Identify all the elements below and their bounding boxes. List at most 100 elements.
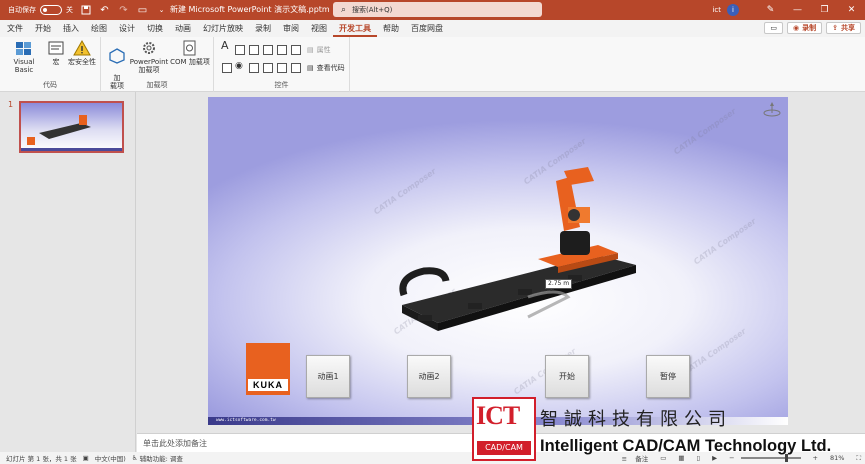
record-label: 录制 (802, 24, 817, 32)
tab-slideshow[interactable]: 幻灯片放映 (197, 20, 249, 37)
spin-control-icon[interactable] (249, 45, 259, 55)
frame-control-icon[interactable] (263, 45, 273, 55)
ict-cadcam-label: CAD/CAM (477, 441, 531, 455)
animation-2-button[interactable]: 动画2 (407, 355, 451, 398)
user-name[interactable]: ict (712, 6, 721, 14)
tab-record[interactable]: 录制 (249, 20, 277, 37)
scrollbar-control-icon[interactable] (277, 63, 287, 73)
visual-basic-label: Visual Basic (13, 58, 35, 74)
share-label: 共享 (841, 24, 855, 32)
tab-review[interactable]: 审阅 (277, 20, 305, 37)
comments-button[interactable]: ▭ (764, 22, 784, 34)
label-control-icon[interactable]: A (221, 40, 229, 51)
search-icon: ⌕ (341, 4, 347, 15)
macro-label: 宏 (52, 58, 60, 66)
tab-baidu-netdisk[interactable]: 百度网盘 (405, 20, 449, 37)
minimize-icon[interactable]: — (784, 5, 811, 15)
toggle-control-icon[interactable] (291, 45, 301, 55)
autosave-state: 关 (66, 6, 73, 14)
tab-design[interactable]: 设计 (113, 20, 141, 37)
checkbox-control-icon[interactable] (222, 63, 232, 73)
restore-icon[interactable]: ❐ (811, 5, 838, 15)
visual-basic-icon (16, 42, 31, 55)
view-code-label: 查看代码 (316, 64, 345, 72)
notes-placeholder: 单击此处添加备注 (143, 439, 207, 448)
presentation-icon[interactable]: ▭ (136, 4, 149, 17)
tab-transitions[interactable]: 切换 (141, 20, 169, 37)
customize-dropdown-icon[interactable]: ⌄ (155, 4, 168, 17)
macro-security-label: 宏安全性 (68, 58, 96, 66)
com-addin-icon (183, 40, 196, 56)
ribbon-body: Visual Basic 宏 宏安全性 代码 加 载项 PowerPoint 加… (0, 37, 865, 92)
properties-button[interactable]: ▤ 属性 (307, 45, 331, 55)
view-code-button[interactable]: ▤ 查看代码 (307, 63, 345, 73)
autosave-control[interactable]: 自动保存 关 (8, 5, 73, 15)
animation-1-button[interactable]: 动画1 (306, 355, 350, 398)
image-control-icon[interactable] (277, 45, 287, 55)
powerpoint-addin-label-1: PowerPoint (129, 58, 169, 66)
view-code-icon: ▤ (307, 64, 314, 72)
watermark: CATIA Composer (682, 326, 748, 377)
option-control-icon[interactable]: ◉ (235, 62, 243, 71)
watermark: CATIA Composer (672, 106, 738, 157)
tab-home[interactable]: 开始 (29, 20, 57, 37)
more-controls-icon[interactable] (291, 63, 301, 73)
share-button[interactable]: ⇪ 共享 (826, 22, 861, 34)
redo-icon[interactable]: ↷ (117, 4, 130, 17)
watermark: CATIA Composer (692, 216, 758, 267)
share-icon: ⇪ (832, 24, 838, 32)
save-icon[interactable] (79, 4, 92, 17)
textbox-control-icon[interactable] (235, 45, 245, 55)
slide-editor: CATIA Composer CATIA Composer CATIA Comp… (137, 92, 865, 433)
record-button[interactable]: ◉ 录制 (787, 22, 823, 34)
pause-button[interactable]: 暂停 (646, 355, 690, 398)
code-group-label: 代码 (43, 81, 57, 89)
powerpoint-addin-label-2: 加载项 (138, 66, 160, 74)
slide-canvas[interactable]: CATIA Composer CATIA Composer CATIA Comp… (208, 97, 788, 425)
ict-logo-box: ICT CAD/CAM (472, 397, 536, 461)
macro-button[interactable]: 宏 (46, 40, 66, 66)
tab-insert[interactable]: 插入 (57, 20, 85, 37)
document-title[interactable]: 新建 Microsoft PowerPoint 演示文稿.pptm ⌄ (170, 4, 339, 15)
pen-icon[interactable]: ✎ (757, 5, 784, 15)
kuka-robot-rail-model[interactable] (388, 167, 648, 337)
listbox-control-icon[interactable] (249, 63, 259, 73)
measurement-label: 2.75 m (545, 279, 573, 289)
properties-icon: ▤ (307, 46, 314, 54)
language-status[interactable]: 中文(中国) (95, 453, 126, 463)
tab-help[interactable]: 帮助 (377, 20, 405, 37)
combobox-control-icon[interactable] (263, 63, 273, 73)
warning-icon (73, 40, 91, 56)
powerpoint-addin-button[interactable]: PowerPoint 加载项 (129, 40, 169, 74)
kuka-logo: KUKA (246, 343, 290, 395)
search-placeholder: 搜索(Alt+Q) (352, 5, 393, 14)
ict-chinese-name: 智誠科技有限公司 (540, 409, 732, 430)
close-icon[interactable]: ✕ (838, 5, 865, 15)
tab-draw[interactable]: 绘图 (85, 20, 113, 37)
search-box[interactable]: ⌕ 搜索(Alt+Q) (333, 2, 542, 17)
visual-basic-button[interactable]: Visual Basic (4, 40, 44, 74)
macro-security-button[interactable]: 宏安全性 (66, 40, 98, 66)
accessibility-status[interactable]: 辅助功能: 调查 (140, 453, 183, 463)
compass-icon[interactable] (762, 101, 782, 119)
start-button[interactable]: 开始 (545, 355, 589, 398)
footer-url: www.ictsoftware.com.tw (216, 418, 276, 423)
tab-developer[interactable]: 开发工具 (333, 20, 377, 37)
ribbon-tabs: 文件 开始 插入 绘图 设计 切换 动画 幻灯片放映 录制 审阅 视图 开发工具… (0, 20, 865, 37)
properties-label: 属性 (316, 46, 331, 54)
addins-group: 加 载项 PowerPoint 加载项 COM 加载项 加载项 (101, 37, 214, 92)
spellcheck-icon[interactable]: ▣ (83, 454, 89, 462)
addin-icon (109, 48, 125, 64)
tab-view[interactable]: 视图 (305, 20, 333, 37)
slide-count-status: 幻灯片 第 1 张，共 1 张 (6, 455, 77, 463)
autosave-toggle[interactable] (40, 5, 62, 15)
avatar[interactable]: i (727, 4, 739, 16)
tab-animations[interactable]: 动画 (169, 20, 197, 37)
com-addin-button[interactable]: COM 加载项 (169, 40, 211, 66)
undo-icon[interactable]: ↶ (98, 4, 111, 17)
slide-thumbnail[interactable] (19, 101, 124, 153)
record-icon: ◉ (793, 24, 800, 32)
gear-icon (143, 42, 155, 54)
controls-group-label: 控件 (274, 81, 289, 89)
tab-file[interactable]: 文件 (0, 20, 29, 37)
